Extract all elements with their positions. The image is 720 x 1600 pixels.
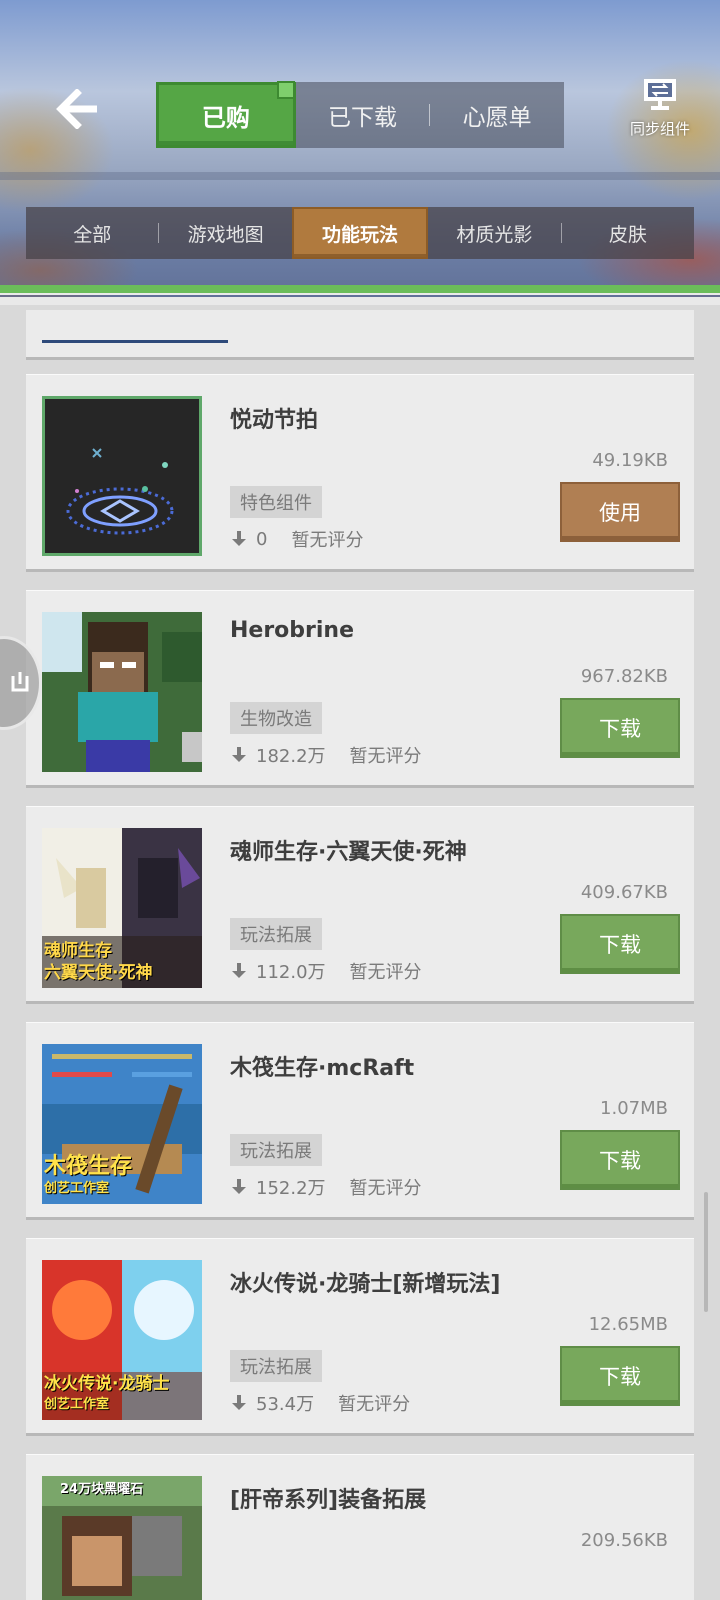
top-tab-bar: 已购 已下载 心愿单 bbox=[156, 81, 564, 148]
sync-components-label: 同步组件 bbox=[629, 120, 690, 138]
item-title[interactable]: 木筏生存·mcRaft bbox=[230, 1050, 414, 1082]
download-button[interactable]: 下载 bbox=[560, 698, 680, 758]
thumbnail-caption: 冰火传说·龙骑士 创艺工作室 bbox=[44, 1374, 170, 1412]
floating-menu-icon bbox=[11, 672, 29, 692]
download-count: 112.0万 bbox=[256, 962, 326, 983]
list-item[interactable]: 24万块黑曜石 [肝帝系列]装备拓展 209.56KB bbox=[26, 1454, 694, 1600]
tab-wishlist[interactable]: 心愿单 bbox=[430, 82, 564, 148]
item-size: 409.67KB bbox=[580, 882, 668, 903]
download-button[interactable]: 下载 bbox=[560, 1346, 680, 1406]
download-count-icon bbox=[232, 1395, 246, 1410]
download-count: 182.2万 bbox=[256, 746, 326, 767]
item-thumbnail: 魂师生存 六翼天使·死神 bbox=[42, 828, 202, 988]
tab-purchased[interactable]: 已购 bbox=[156, 81, 296, 148]
item-size: 1.07MB bbox=[600, 1098, 668, 1119]
item-stats: 0 暂无评分 bbox=[232, 526, 363, 552]
download-count: 0 bbox=[256, 528, 268, 550]
item-size: 967.82KB bbox=[580, 666, 668, 687]
item-title[interactable]: Herobrine bbox=[230, 618, 354, 643]
arrow-left-icon bbox=[56, 89, 97, 129]
list-item[interactable]: 悦动节拍 49.19KB 特色组件 0 暂无评分 使用 bbox=[26, 374, 694, 572]
item-thumbnail bbox=[42, 612, 202, 772]
category-tab-all[interactable]: 全部 bbox=[26, 207, 158, 259]
partial-thumbnail-edge bbox=[42, 340, 228, 343]
item-tag: 生物改造 bbox=[230, 702, 322, 734]
item-rating: 暂无评分 bbox=[338, 1394, 411, 1415]
sync-components-icon bbox=[644, 79, 676, 110]
use-button[interactable]: 使用 bbox=[560, 482, 680, 542]
item-title[interactable]: 悦动节拍 bbox=[230, 402, 318, 434]
item-size: 49.19KB bbox=[592, 450, 668, 471]
item-tag: 玩法拓展 bbox=[230, 1134, 322, 1166]
list-item[interactable]: 木筏生存 创艺工作室 木筏生存·mcRaft 1.07MB 玩法拓展 152.2… bbox=[26, 1022, 694, 1220]
download-count: 53.4万 bbox=[256, 1394, 315, 1415]
list-item[interactable]: Herobrine 967.82KB 生物改造 182.2万 暂无评分 下载 bbox=[26, 590, 694, 788]
header-bottom-edge bbox=[0, 297, 720, 305]
item-title[interactable]: 冰火传说·龙骑士[新增玩法] bbox=[230, 1266, 500, 1298]
category-tab-bar: 全部 游戏地图 功能玩法 材质光影 皮肤 bbox=[26, 207, 694, 259]
download-count-icon bbox=[232, 531, 246, 546]
category-tab-textures[interactable]: 材质光影 bbox=[428, 207, 560, 259]
download-count: 152.2万 bbox=[256, 1178, 326, 1199]
list-item[interactable]: 冰火传说·龙骑士 创艺工作室 冰火传说·龙骑士[新增玩法] 12.65MB 玩法… bbox=[26, 1238, 694, 1436]
item-tag: 特色组件 bbox=[230, 486, 322, 518]
item-thumbnail: 24万块黑曜石 bbox=[42, 1476, 202, 1600]
download-button[interactable]: 下载 bbox=[560, 914, 680, 974]
category-tab-maps[interactable]: 游戏地图 bbox=[159, 207, 291, 259]
thumbnail-caption: 魂师生存 六翼天使·死神 bbox=[44, 941, 153, 983]
download-count-icon bbox=[232, 747, 246, 762]
item-rating: 暂无评分 bbox=[349, 1178, 422, 1199]
category-tab-skins[interactable]: 皮肤 bbox=[562, 207, 694, 259]
item-stats: 182.2万 暂无评分 bbox=[232, 742, 422, 768]
item-tag: 玩法拓展 bbox=[230, 918, 322, 950]
header-accent-line bbox=[0, 285, 720, 295]
item-thumbnail: 木筏生存 创艺工作室 bbox=[42, 1044, 202, 1204]
download-count-icon bbox=[232, 1179, 246, 1194]
item-tag: 玩法拓展 bbox=[230, 1350, 322, 1382]
list-item[interactable]: 魂师生存 六翼天使·死神 魂师生存·六翼天使·死神 409.67KB 玩法拓展 … bbox=[26, 806, 694, 1004]
sync-components-button[interactable]: 同步组件 bbox=[618, 78, 702, 144]
item-size: 209.56KB bbox=[580, 1530, 668, 1551]
item-title[interactable]: [肝帝系列]装备拓展 bbox=[230, 1482, 426, 1514]
item-list[interactable]: 悦动节拍 49.19KB 特色组件 0 暂无评分 使用 Herobrine 96… bbox=[0, 310, 720, 1600]
download-count-icon bbox=[232, 963, 246, 978]
thumbnail-caption: 木筏生存 创艺工作室 bbox=[44, 1154, 133, 1196]
download-button[interactable]: 下载 bbox=[560, 1130, 680, 1190]
item-stats: 152.2万 暂无评分 bbox=[232, 1174, 422, 1200]
item-rating: 暂无评分 bbox=[291, 530, 364, 551]
item-size: 12.65MB bbox=[588, 1314, 668, 1335]
list-item-partial[interactable] bbox=[26, 310, 694, 360]
item-thumbnail: 冰火传说·龙骑士 创艺工作室 bbox=[42, 1260, 202, 1420]
thumbnail-caption: 24万块黑曜石 bbox=[60, 1482, 144, 1497]
list-scrollbar[interactable] bbox=[704, 1192, 708, 1312]
category-tab-gameplay[interactable]: 功能玩法 bbox=[291, 207, 429, 259]
item-rating: 暂无评分 bbox=[349, 746, 422, 767]
item-rating: 暂无评分 bbox=[349, 962, 422, 983]
item-title[interactable]: 魂师生存·六翼天使·死神 bbox=[230, 834, 467, 866]
item-stats: 53.4万 暂无评分 bbox=[232, 1390, 410, 1416]
item-stats: 112.0万 暂无评分 bbox=[232, 958, 422, 984]
item-thumbnail bbox=[42, 396, 202, 556]
back-button[interactable] bbox=[52, 86, 104, 132]
tab-downloaded[interactable]: 已下载 bbox=[296, 82, 430, 148]
header: 已购 已下载 心愿单 同步组件 全部 游戏地图 功能玩法 材质光影 皮肤 bbox=[0, 0, 720, 305]
